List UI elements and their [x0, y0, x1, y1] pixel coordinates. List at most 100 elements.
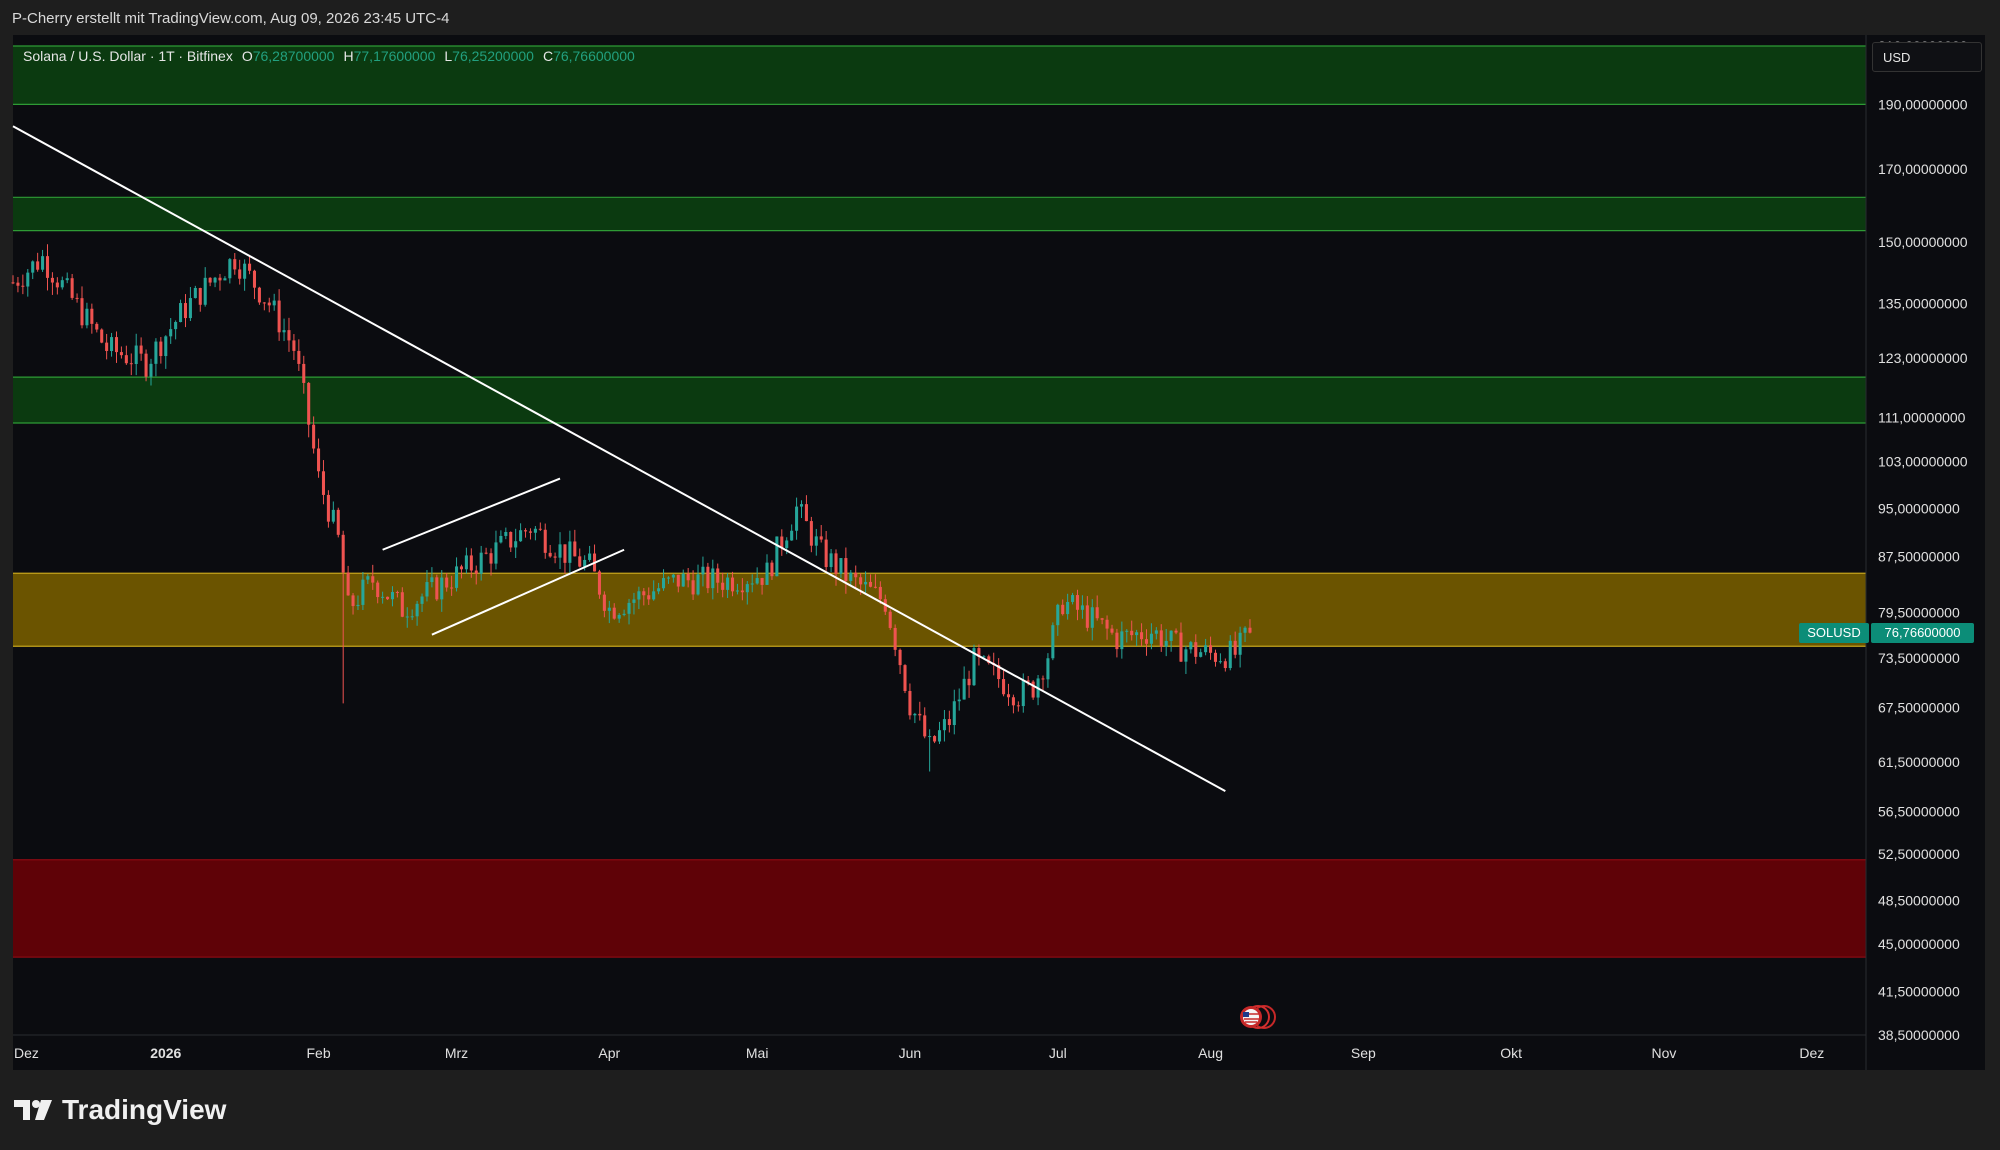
candle-2025-12-15 [80, 286, 84, 329]
candle-2026-07-27 [1184, 645, 1188, 674]
candle-body [341, 534, 345, 573]
candle-body [671, 574, 675, 578]
candle-2026-01-24 [277, 289, 281, 341]
candle-body [1021, 680, 1025, 707]
tradingview-logo[interactable]: TradingView [14, 1094, 226, 1126]
candle-body [85, 308, 89, 326]
candle-body [183, 303, 188, 319]
price-chart[interactable]: 210,00000000190,00000000170,00000000150,… [0, 0, 2000, 1150]
candle-body [1228, 640, 1232, 669]
candle-body [381, 596, 385, 598]
time-tick-label: Dez [14, 1045, 39, 1061]
candle-body [292, 340, 296, 351]
candle-2026-01-13 [223, 276, 227, 281]
us-flag-events-icon[interactable] [1237, 1004, 1283, 1030]
candle-body [1213, 652, 1218, 662]
candle-body [765, 562, 769, 585]
candle-2026-01-16 [238, 259, 242, 285]
candle-2025-12-26 [134, 333, 138, 376]
candle-body [1056, 604, 1060, 626]
candle-2026-06-30 [1051, 622, 1055, 661]
candle-2026-03-03 [464, 547, 468, 574]
candle-body [159, 341, 163, 357]
candle-body [1204, 645, 1208, 653]
candle-body [1051, 625, 1055, 659]
candle-2026-08-04 [1223, 658, 1227, 672]
candle-2026-05-05 [775, 536, 779, 577]
time-tick-label: Aug [1198, 1045, 1223, 1061]
candle-body [514, 541, 518, 548]
candle-body [479, 552, 483, 574]
candle-body [50, 277, 54, 283]
candle-body [267, 302, 271, 306]
candle-body [70, 278, 74, 298]
candle-body [440, 577, 444, 600]
candle-2026-01-27 [292, 334, 296, 360]
candle-body [726, 577, 730, 590]
candle-body [1105, 619, 1109, 629]
candle-body [686, 573, 690, 581]
candle-2026-05-06 [780, 529, 784, 556]
candle-2026-04-19 [696, 564, 700, 596]
candle-body [405, 616, 409, 618]
candle-body [933, 736, 937, 742]
candle-body [740, 590, 744, 593]
candle-body [499, 535, 503, 543]
candle-2026-05-15 [824, 530, 828, 571]
candle-body [21, 285, 25, 287]
candle-2026-02-03 [326, 490, 330, 528]
candle-body [179, 303, 183, 323]
candle-2026-01-07 [193, 285, 197, 299]
candle-body [652, 591, 656, 600]
candle-2026-04-16 [681, 569, 685, 587]
time-axis: Dez 2026 Feb Mrz Apr Mai Jun Jul Aug Sep Okt Nov Dez [14, 1045, 1824, 1061]
price-tick-label: 52,50000000 [1878, 846, 1960, 862]
candle-body [455, 566, 459, 588]
candle-2026-05-16 [829, 549, 833, 573]
price-tick-label: 135,00000000 [1878, 296, 1968, 312]
candle-2026-05-03 [765, 554, 769, 586]
candle-body [203, 277, 207, 305]
candle-body [1115, 632, 1119, 650]
candle-body [243, 263, 247, 279]
candle-body [474, 570, 478, 574]
candle-body [1006, 694, 1011, 698]
candle-body [795, 506, 799, 531]
candle-body [154, 341, 158, 364]
candle-body [868, 581, 873, 587]
candles-layer [11, 244, 1252, 772]
currency-selector[interactable]: USD [1872, 42, 1982, 72]
candle-body [918, 713, 922, 716]
candle-body [509, 531, 513, 548]
time-tick-label: Apr [598, 1045, 620, 1061]
candle-body [415, 603, 419, 617]
candle-2025-12-03 [21, 274, 25, 295]
candle-body [706, 566, 710, 589]
candle-2026-03-10 [499, 530, 503, 544]
candle-body [1110, 628, 1114, 633]
price-tick-label: 111,00000000 [1878, 410, 1966, 426]
candle-body [346, 572, 350, 596]
candle-2026-05-11 [804, 495, 808, 522]
candle-body [637, 591, 641, 600]
price-tick-label: 73,50000000 [1878, 650, 1960, 666]
candle-body [386, 596, 390, 600]
candle-body [65, 278, 69, 281]
candle-2026-01-25 [282, 318, 286, 342]
candle-body [588, 553, 592, 560]
price-tick-label: 95,00000000 [1878, 500, 1960, 516]
price-tick-label: 48,50000000 [1878, 892, 1960, 908]
candle-2026-01-10 [208, 277, 212, 287]
candle-body [489, 553, 493, 564]
candle-body [799, 504, 804, 507]
candle-2026-01-28 [297, 339, 301, 371]
candle-body [420, 596, 424, 604]
candle-body [1080, 605, 1084, 610]
candle-2026-03-28 [588, 545, 592, 562]
candle-body [1194, 642, 1198, 657]
candle-2026-02-25 [435, 574, 439, 602]
close-value: 76,76600000 [553, 48, 635, 64]
candle-2026-03-12 [509, 531, 513, 553]
candle-body [233, 259, 237, 270]
candle-body [785, 540, 789, 548]
